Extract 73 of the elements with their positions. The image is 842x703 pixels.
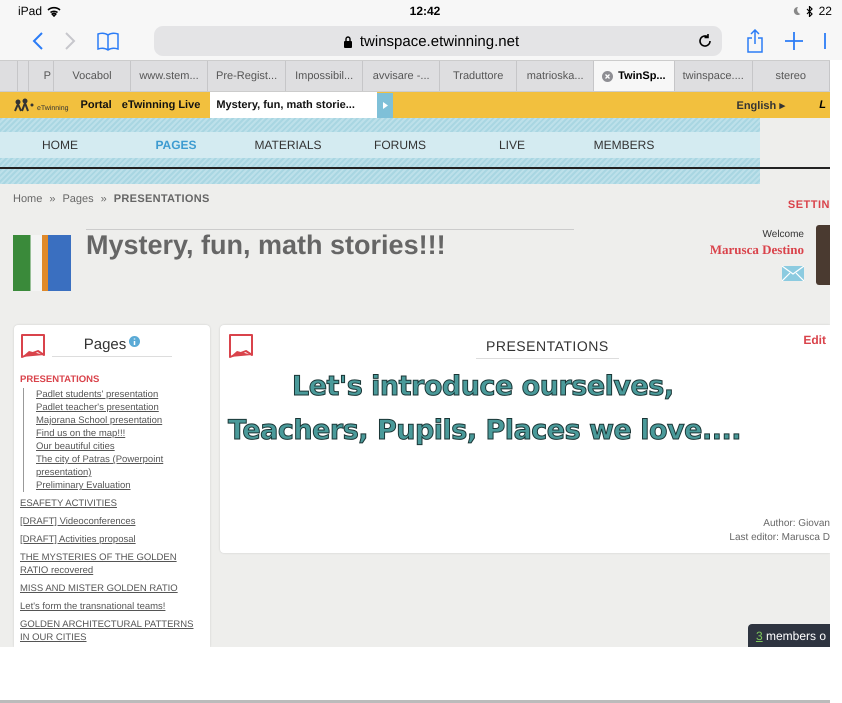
sidebar-sublink[interactable]: Padlet students' presentation (36, 388, 158, 401)
bluetooth-icon (806, 6, 814, 16)
sidebar-sublink[interactable]: Our beautiful cities (36, 440, 115, 453)
language-selector[interactable]: English ▸ (736, 98, 786, 112)
settings-link[interactable]: SETTIN (788, 199, 830, 221)
nav-link[interactable]: FORUMS (344, 138, 456, 152)
breadcrumb-separator: » (100, 193, 107, 207)
sidebar-sublink[interactable]: Padlet teacher's presentation (36, 401, 159, 414)
nav-link[interactable]: LIVE (456, 138, 568, 152)
page-icon (228, 333, 254, 359)
page-title: PRESENTATIONS (476, 334, 619, 358)
user-name-link[interactable]: Marusca Destino (710, 242, 804, 258)
nav-link[interactable]: MATERIALS (232, 138, 344, 152)
reload-icon[interactable] (698, 34, 712, 48)
back-icon[interactable] (32, 31, 44, 51)
sidebar-link[interactable]: PRESENTATIONS (20, 373, 100, 386)
browser-tab[interactable]: www.stem... (131, 61, 208, 91)
wifi-icon (47, 6, 62, 16)
breadcrumb-link[interactable]: Home (13, 193, 42, 221)
share-icon[interactable] (746, 29, 764, 53)
page-icon (20, 333, 46, 359)
breadcrumb-separator: » (49, 193, 56, 207)
browser-tab[interactable]: Impossibil... (286, 61, 364, 91)
breadcrumb-link[interactable]: Pages (62, 193, 94, 221)
login-link[interactable]: L (819, 99, 826, 111)
glitter-banner-text: Let's introduce ourselves, (292, 370, 675, 404)
url-text: twinspace.etwinning.net (360, 32, 520, 50)
sidebar-sublink[interactable]: Preliminary Evaluation (36, 479, 131, 492)
moon-icon (792, 6, 801, 16)
clock-time: 12:42 (410, 4, 440, 18)
browser-tab[interactable]: avvisare -... (363, 61, 440, 91)
sidebar-sublink[interactable]: Majorana School presentation (36, 414, 162, 427)
members-online-badge[interactable]: 3 members o (748, 624, 830, 647)
browser-tab[interactable]: TwinSp... (594, 61, 675, 91)
project-image-placeholder (13, 235, 71, 291)
address-field[interactable]: twinspace.etwinning.net (154, 26, 722, 56)
book-icon[interactable] (96, 31, 120, 51)
sidebar-sublink[interactable]: Find us on the map!!! (36, 427, 126, 440)
welcome-label: Welcome (762, 229, 804, 240)
glitter-banner-text: Teachers, Pupils, Places we love.... (228, 414, 742, 448)
arrow-right-icon[interactable] (376, 92, 393, 118)
browser-tab[interactable]: twinspace.... (674, 61, 753, 91)
sidebar-link[interactable]: [DRAFT] Activities proposal (20, 533, 136, 546)
browser-tab[interactable]: Vocabol (54, 61, 131, 91)
last-editor-text: Last editor: Marusca D (729, 531, 830, 545)
sidebar-link[interactable]: [DRAFT] Videoconferences (20, 515, 136, 528)
project-dropdown[interactable]: Mystery, fun, math storie... (210, 92, 377, 118)
sidebar-link[interactable]: ESAFETY ACTIVITIES (20, 497, 117, 510)
avatar-photo-placeholder (816, 225, 830, 285)
browser-tab[interactable]: Traduttore (440, 61, 518, 91)
sidebar-link[interactable]: THE MYSTERIES OF THE GOLDEN RATIO recovered (20, 551, 204, 577)
device-name: iPad (18, 4, 42, 18)
edit-link[interactable]: Edit (803, 333, 826, 347)
info-icon (129, 336, 140, 346)
author-text: Author: Giovan (763, 517, 830, 531)
people-logo-icon (14, 98, 36, 112)
browser-tab[interactable]: P (29, 61, 54, 91)
plus-icon[interactable] (784, 31, 804, 51)
close-icon (602, 70, 614, 82)
top-link[interactable]: Portal (80, 99, 112, 111)
sidebar-title: Pages (84, 336, 126, 352)
nav-link[interactable]: MEMBERS (568, 138, 680, 152)
battery-percent: 22 (818, 4, 832, 18)
project-title: Mystery, fun, math stories!!! (86, 230, 447, 261)
browser-tab[interactable]: Pre-Regist... (208, 61, 286, 91)
sidebar-sublink[interactable]: The city of Patras (Powerpoint presentation) (36, 453, 204, 479)
lock-icon (342, 34, 353, 48)
browser-tab[interactable]: stereo (752, 61, 830, 91)
sidebar-link[interactable]: MISS AND MISTER GOLDEN RATIO (20, 582, 178, 595)
nav-link[interactable]: HOME (0, 138, 120, 152)
top-link[interactable]: eTwinning Live (122, 99, 200, 111)
sidebar-link[interactable]: GOLDEN ARCHITECTURAL PATTERNS IN OUR CITIES (20, 618, 204, 644)
sidebar-link[interactable]: Let's form the transnational teams! (20, 600, 166, 613)
